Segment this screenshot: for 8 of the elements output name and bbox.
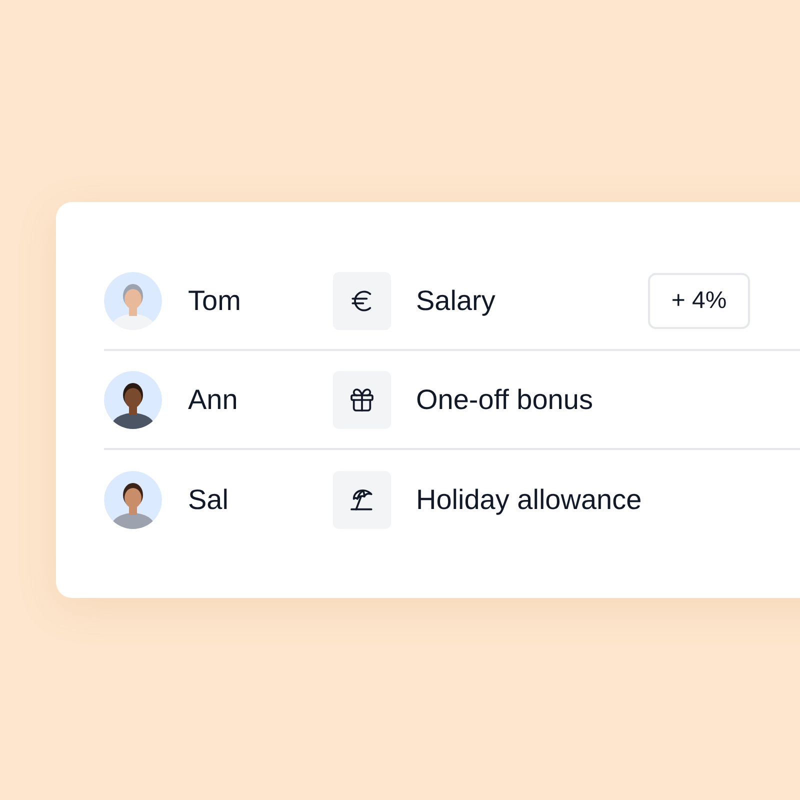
employee-name: Sal [188,482,230,516]
change-badge: + 4% [648,272,750,328]
employee-name: Ann [188,382,239,416]
employee-name: Tom [188,284,242,318]
gift-icon [348,386,376,414]
benefit-label: One-off bonus [416,382,594,416]
benefit-label: Salary [416,284,496,318]
benefit-label: Holiday allowance [416,482,643,517]
